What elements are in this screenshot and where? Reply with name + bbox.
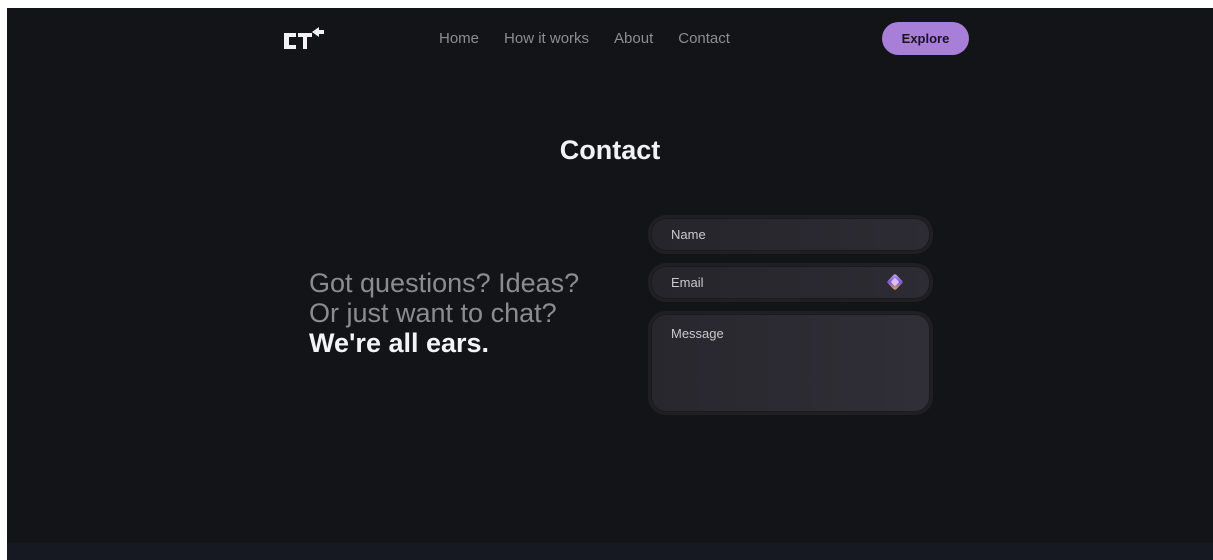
password-manager-icon[interactable] [885, 272, 905, 292]
explore-button[interactable]: Explore [882, 22, 969, 55]
message-field[interactable] [648, 311, 933, 415]
name-field[interactable] [648, 215, 933, 254]
main-nav: Home How it works About Contact [439, 30, 730, 47]
logo-icon[interactable] [282, 27, 326, 51]
tagline: Got questions? Ideas? Or just want to ch… [309, 268, 579, 358]
page: Home How it works About Contact Explore … [7, 8, 1213, 560]
page-title: Contact [559, 135, 661, 165]
nav-home[interactable]: Home [439, 30, 479, 47]
tagline-line-2: Or just want to chat? [309, 298, 557, 328]
nav-about[interactable]: About [614, 30, 653, 47]
tagline-line-1: Got questions? Ideas? [309, 268, 580, 298]
nav-how-it-works[interactable]: How it works [504, 30, 589, 47]
footer-strip [7, 543, 1213, 560]
nav-contact[interactable]: Contact [678, 30, 730, 47]
tagline-line-3: We're all ears. [309, 328, 490, 358]
